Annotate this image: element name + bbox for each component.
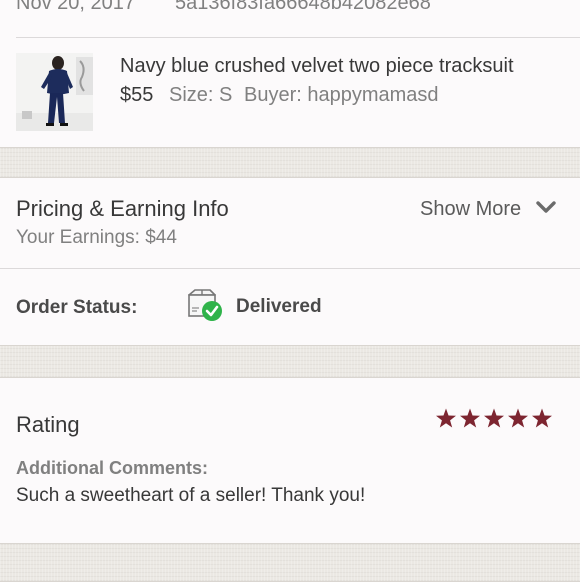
rating-comment: Such a sweetheart of a seller! Thank you… xyxy=(16,485,366,506)
order-status-value: Delivered xyxy=(236,296,322,317)
item-title[interactable]: Navy blue crushed velvet two piece track… xyxy=(120,55,514,78)
chevron-down-icon xyxy=(536,200,556,214)
section-separator xyxy=(0,147,580,178)
package-delivered-icon xyxy=(187,289,223,323)
star-icon xyxy=(508,408,528,428)
star-icon xyxy=(460,408,480,428)
section-separator xyxy=(0,345,580,378)
section-separator xyxy=(0,543,580,582)
item-buyer[interactable]: Buyer: happymamasd xyxy=(244,84,439,107)
star-rating xyxy=(436,408,552,430)
product-thumbnail[interactable] xyxy=(16,53,93,131)
rating-heading: Rating xyxy=(16,412,80,437)
item-size: Size: S xyxy=(169,84,233,106)
pricing-heading: Pricing & Earning Info xyxy=(16,196,229,221)
star-icon xyxy=(436,408,456,428)
your-earnings: Your Earnings: $44 xyxy=(16,227,177,248)
product-image xyxy=(16,53,93,131)
star-icon xyxy=(484,408,504,428)
divider xyxy=(16,37,580,38)
order-date: Nov 20, 2017 xyxy=(16,0,135,14)
order-id: 5a136f83fa66648b42082e68 xyxy=(175,0,431,14)
show-more-label: Show More xyxy=(420,198,522,220)
star-icon xyxy=(532,408,552,428)
divider xyxy=(0,268,580,269)
order-status-label: Order Status: xyxy=(16,297,138,318)
item-price: $55 xyxy=(120,84,154,106)
order-summary-section: Nov 20, 2017 5a136f83fa66648b42082e68 Na… xyxy=(0,0,580,147)
show-more-button[interactable]: Show More xyxy=(420,197,560,223)
additional-comments-label: Additional Comments: xyxy=(16,458,208,478)
rating-section: Rating Additional Comments: Such a sweet… xyxy=(0,378,580,543)
pricing-section: Pricing & Earning Info Your Earnings: $4… xyxy=(0,178,580,345)
